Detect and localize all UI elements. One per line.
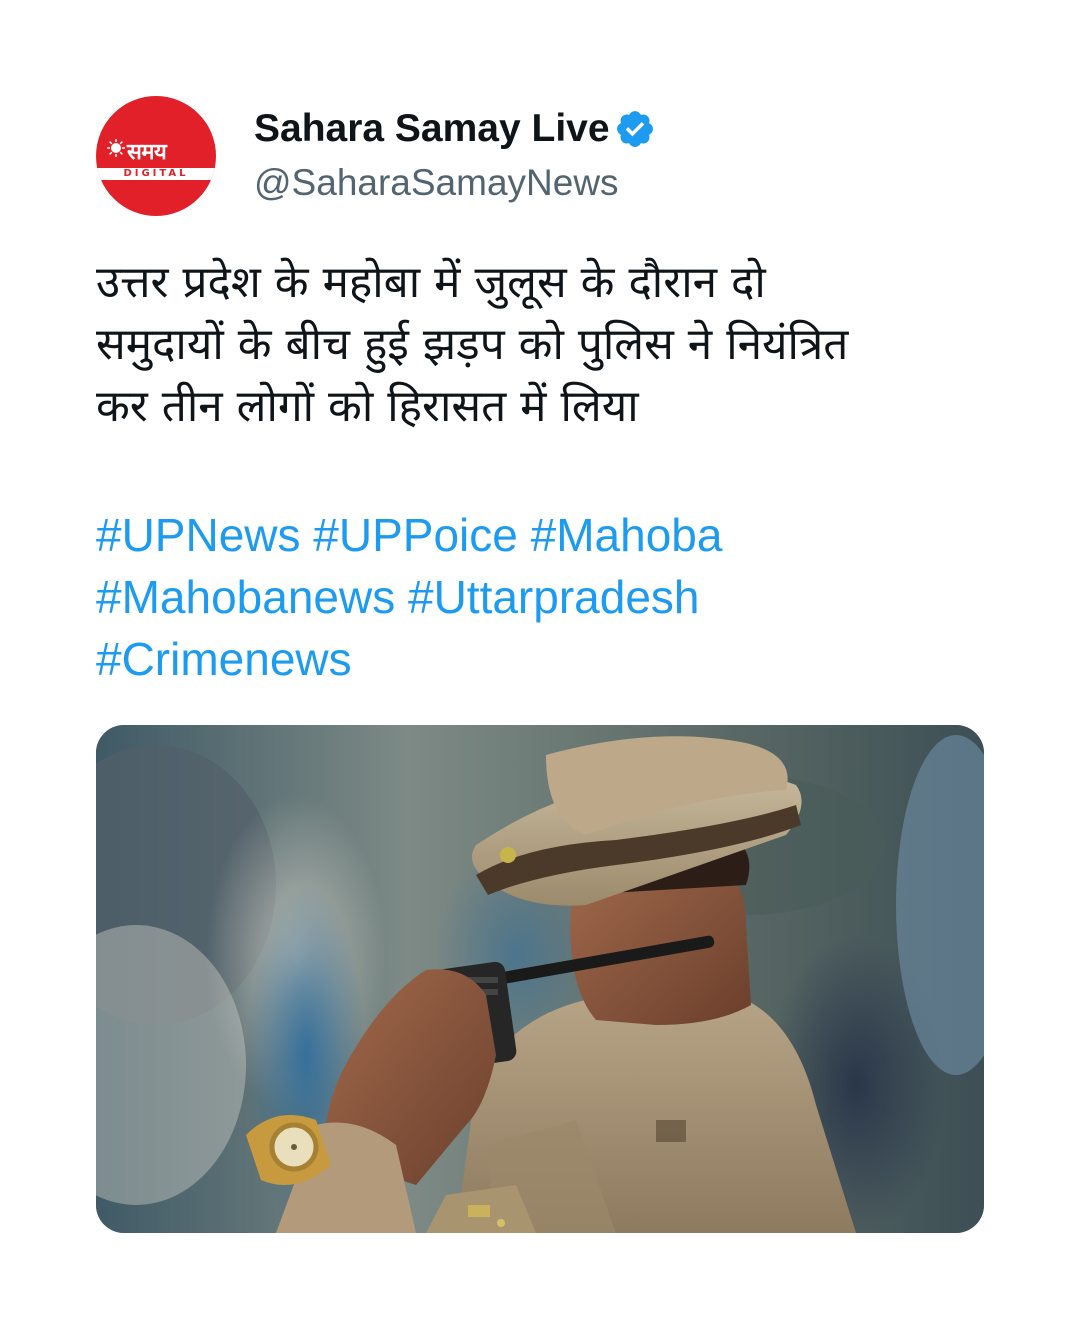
logo-subtext: DIGITAL <box>123 168 189 179</box>
tweet-text-line: समुदायों के बीच हुई झड़प को पुलिस ने निय… <box>96 319 849 370</box>
author-display-name[interactable]: Sahara Samay Live <box>254 107 610 151</box>
author-avatar[interactable]: समय DIGITAL <box>96 96 216 216</box>
hashtag-link[interactable]: #Mahoba <box>531 509 723 561</box>
logo-text: समय <box>127 140 167 165</box>
hashtag-line: #Mahobanews #Uttarpradesh <box>96 566 996 628</box>
author-name-row[interactable]: Sahara Samay Live <box>254 106 656 152</box>
verified-badge-icon <box>616 111 653 147</box>
hashtag-line: #UPNews #UPPoice #Mahoba <box>96 504 996 566</box>
police-officer-photo-icon <box>96 725 984 1233</box>
hashtag-link[interactable]: #UPNews <box>96 509 301 561</box>
hashtag-link[interactable]: #Mahobanews <box>96 571 395 623</box>
author-handle[interactable]: @SaharaSamayNews <box>254 162 619 204</box>
hashtag-line: #Crimenews <box>96 628 996 690</box>
hashtag-link[interactable]: #Crimenews <box>96 633 352 685</box>
tweet-body: उत्तर प्रदेश के महोबा में जुलूस के दौरान… <box>96 252 996 438</box>
samay-digital-logo: समय DIGITAL <box>96 96 216 216</box>
tweet-text-line: कर तीन लोगों को हिरासत में लिया <box>96 381 639 432</box>
hashtag-block: #UPNews #UPPoice #Mahoba #Mahobanews #Ut… <box>96 504 996 690</box>
tweet-card: समय DIGITAL Sahara Samay Live @SaharaSam… <box>0 0 1080 1329</box>
tweet-text-line: उत्तर प्रदेश के महोबा में जुलूस के दौरान… <box>96 257 766 308</box>
tweet-media-photo[interactable] <box>96 725 984 1233</box>
hashtag-link[interactable]: #UPPoice <box>313 509 518 561</box>
hashtag-link[interactable]: #Uttarpradesh <box>408 571 700 623</box>
